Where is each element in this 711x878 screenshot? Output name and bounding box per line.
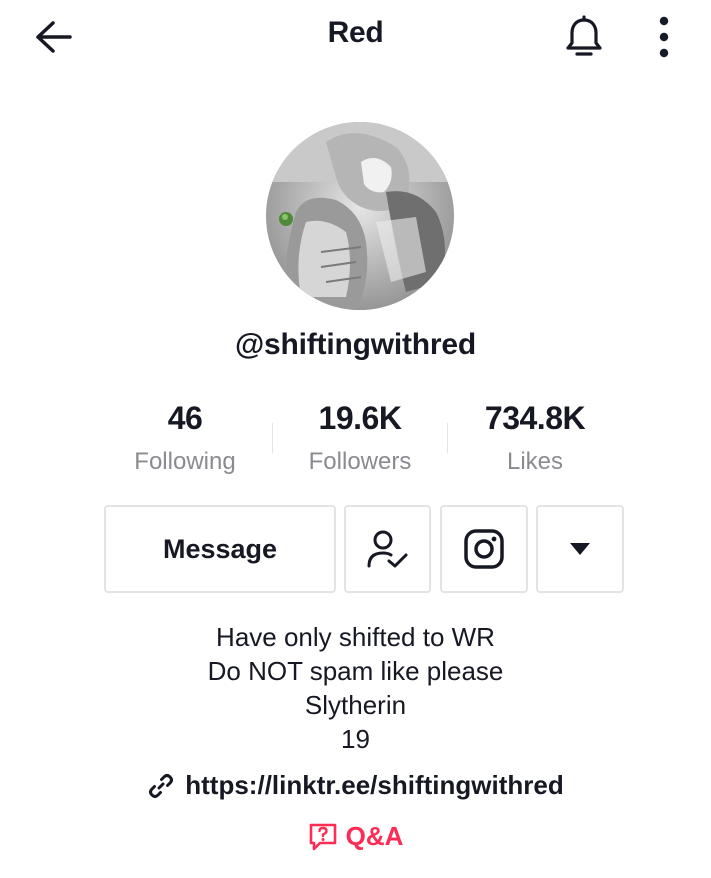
stat-value: 46 bbox=[167, 400, 203, 436]
avatar-image bbox=[266, 122, 454, 310]
stat-label: Likes bbox=[506, 448, 564, 475]
stat-value: 19.6K bbox=[318, 400, 402, 436]
user-check-icon bbox=[367, 530, 407, 568]
bio-line: Do NOT spam like please bbox=[207, 656, 504, 686]
instagram-icon bbox=[464, 529, 504, 569]
bio-line: 19 bbox=[341, 724, 370, 754]
stat-divider bbox=[447, 423, 448, 453]
instagram-button[interactable] bbox=[440, 505, 528, 593]
more-options-button[interactable] bbox=[640, 12, 688, 62]
notifications-button[interactable] bbox=[560, 12, 608, 62]
message-button[interactable]: Message bbox=[104, 505, 336, 593]
bell-icon bbox=[566, 15, 602, 56]
stat-divider bbox=[272, 423, 273, 453]
link-icon bbox=[147, 772, 175, 800]
stat-following[interactable]: 46 Following bbox=[100, 398, 270, 478]
qa-label: Q&A bbox=[345, 821, 404, 851]
stat-value: 734.8K bbox=[484, 400, 586, 436]
top-bar: Red bbox=[0, 0, 711, 72]
bio: Have only shifted to WR Do NOT spam like… bbox=[0, 620, 711, 756]
caret-down-icon bbox=[570, 543, 590, 555]
question-message-icon bbox=[308, 822, 338, 852]
username: @shiftingwithred bbox=[234, 328, 477, 361]
stat-label: Following bbox=[134, 448, 236, 475]
profile-link[interactable]: https://linktr.ee/shiftingwithred bbox=[0, 770, 711, 801]
following-button[interactable] bbox=[344, 505, 431, 593]
more-vertical-icon bbox=[659, 16, 669, 58]
bio-line: Slytherin bbox=[304, 690, 407, 720]
stat-likes[interactable]: 734.8K Likes bbox=[450, 398, 620, 478]
suggested-accounts-button[interactable] bbox=[536, 505, 624, 593]
stat-followers[interactable]: 19.6K Followers bbox=[275, 398, 445, 478]
qa-link[interactable]: Q&A bbox=[0, 821, 711, 852]
stat-label: Followers bbox=[308, 448, 412, 475]
profile-link-text: https://linktr.ee/shiftingwithred bbox=[185, 770, 564, 800]
bio-line: Have only shifted to WR bbox=[216, 622, 495, 652]
avatar[interactable] bbox=[266, 122, 454, 310]
